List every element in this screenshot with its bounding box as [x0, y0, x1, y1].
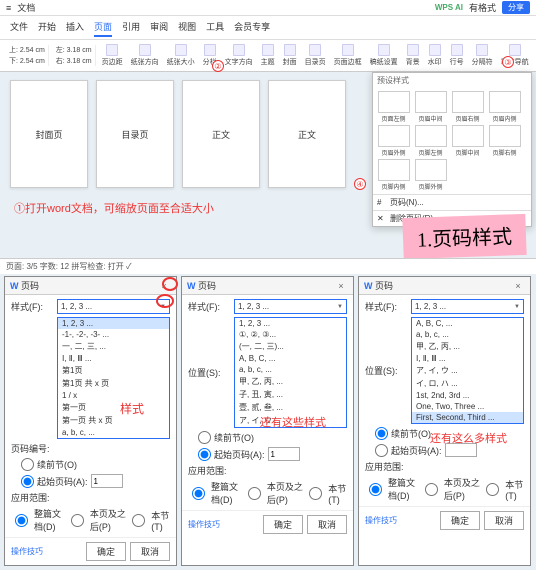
anno-circle-1	[156, 294, 174, 308]
anno-circle-x	[162, 277, 178, 291]
style-footer-right[interactable]: 页脚右侧	[487, 125, 522, 157]
rb-orientation[interactable]: 纸张方向	[129, 43, 161, 68]
marker-3: ③	[502, 56, 514, 68]
style-footer-center[interactable]: 页脚中间	[450, 125, 485, 157]
anno-label-more1: 还有这些样式	[260, 414, 326, 430]
startat-radio[interactable]	[375, 444, 388, 457]
apply-section[interactable]	[132, 514, 145, 527]
tab-member[interactable]: 会员专享	[234, 18, 270, 37]
rb-lineno[interactable]: 行号	[448, 43, 466, 68]
style-header-inside[interactable]: 页眉内侧	[487, 91, 522, 123]
tab-reference[interactable]: 引用	[122, 18, 140, 37]
margin-left[interactable]: 左: 3.18 cm	[56, 45, 92, 55]
tab-file[interactable]: 文件	[10, 18, 28, 37]
style-select[interactable]: 1, 2, 3 ...▼	[234, 299, 347, 314]
page-body1[interactable]: 正文	[182, 80, 260, 188]
lbl-style: 样式(F):	[11, 300, 53, 313]
ribbon: 上: 2.54 cm 下: 2.54 cm 左: 3.18 cm 右: 3.18…	[0, 40, 536, 72]
pagenum-icon: #	[377, 198, 387, 208]
rb-size[interactable]: 纸张大小	[165, 43, 197, 68]
app-icon: ≡	[6, 3, 11, 13]
rb-break[interactable]: 分隔符	[470, 43, 495, 68]
continue-radio[interactable]	[375, 427, 388, 440]
pagenum-style-panel: 预设样式 页面左侧 页眉中间 页眉右侧 页眉内侧 页眉外侧 页脚左侧 页脚中间 …	[372, 72, 532, 227]
startat-radio[interactable]	[21, 475, 34, 488]
style-footer-inside[interactable]: 页脚内侧	[376, 159, 411, 191]
apply-whole[interactable]	[15, 514, 28, 527]
page-cover[interactable]: 封面页	[10, 80, 88, 188]
anno-label-style: 样式	[120, 400, 144, 417]
marker-4: ④	[354, 178, 366, 190]
panel-header: 预设样式	[373, 73, 531, 88]
rb-toc[interactable]: 目录页	[303, 43, 328, 68]
ok-button[interactable]: 确定	[86, 542, 126, 561]
dlg-title: 页码	[21, 281, 39, 291]
style-select[interactable]: 1, 2, 3 ...▼	[411, 299, 524, 314]
style-header-outside[interactable]: 页眉外侧	[376, 125, 411, 157]
share-button[interactable]: 分享	[502, 1, 530, 14]
menu-pagenum-more[interactable]: #页码(N)...	[373, 194, 531, 210]
page-body2[interactable]: 正文	[268, 80, 346, 188]
style-dropdown[interactable]: 1, 2, 3 ... -1-, -2-, -3- ... 一, 二, 三, .…	[57, 317, 170, 439]
tips-link[interactable]: 操作技巧	[11, 546, 43, 557]
lbl-numbering: 页码编号:	[11, 442, 53, 455]
margin-top[interactable]: 上: 2.54 cm	[9, 45, 45, 55]
style-dropdown[interactable]: A, B, C, ... a, b, c, ... 甲, 乙, 丙, ... Ⅰ…	[411, 317, 524, 424]
doc-name: 文档	[17, 1, 35, 14]
rb-margins[interactable]: 页边距	[100, 43, 125, 68]
tab-start[interactable]: 开始	[38, 18, 56, 37]
anno-label-more2: 还有这么多样式	[430, 430, 507, 446]
pagenum-dialog-3: W 页码× 样式(F): 1, 2, 3 ...▼ 位置(S): A, B, C…	[358, 276, 531, 566]
tutorial-banner: 1.页码样式	[402, 214, 526, 259]
startat-radio[interactable]	[198, 448, 211, 461]
rb-textdir[interactable]: 文字方向	[223, 43, 255, 68]
cancel-button[interactable]: 取消	[130, 542, 170, 561]
rb-paper[interactable]: 稿纸设置	[368, 43, 400, 68]
pagenum-dialog-1: W 页码× 样式(F): 1, 2, 3 ...▼ 1, 2, 3 ... -1…	[4, 276, 177, 566]
continue-radio[interactable]	[21, 458, 34, 471]
style-footer-left[interactable]: 页脚左侧	[413, 125, 448, 157]
style-header-left[interactable]: 页面左侧	[376, 91, 411, 123]
startat-input[interactable]	[91, 474, 123, 488]
style-footer-outside[interactable]: 页脚外侧	[413, 159, 448, 191]
style-header-center[interactable]: 页眉中间	[413, 91, 448, 123]
tab-tools[interactable]: 工具	[206, 18, 224, 37]
tab-view[interactable]: 视图	[178, 18, 196, 37]
annotation-step1: ①打开word文档，可缩放页面至合适大小	[14, 200, 214, 216]
page-toc[interactable]: 目录页	[96, 80, 174, 188]
close-icon[interactable]: ×	[334, 281, 348, 291]
delete-icon: ✕	[377, 214, 387, 224]
title-bar: ≡ 文档 WPS AI 有格式 分享	[0, 0, 536, 16]
apply-after[interactable]	[71, 514, 84, 527]
rb-watermark[interactable]: 水印	[426, 43, 444, 68]
margin-right[interactable]: 右: 3.18 cm	[56, 56, 92, 66]
tab-insert[interactable]: 插入	[66, 18, 84, 37]
close-icon[interactable]: ×	[511, 281, 525, 291]
tab-review[interactable]: 审阅	[150, 18, 168, 37]
rb-theme[interactable]: 主题	[259, 43, 277, 68]
style-header-right[interactable]: 页眉右侧	[450, 91, 485, 123]
continue-radio[interactable]	[198, 431, 211, 444]
rb-border[interactable]: 页面边框	[332, 43, 364, 68]
tab-page[interactable]: 页面	[94, 18, 112, 37]
marker-2: ②	[212, 60, 224, 72]
margin-bot[interactable]: 下: 2.54 cm	[9, 56, 45, 66]
rb-cover[interactable]: 封面	[281, 43, 299, 68]
lbl-apply: 应用范围:	[11, 491, 53, 504]
style-select[interactable]: 1, 2, 3 ...▼	[57, 299, 170, 314]
rb-bg[interactable]: 背景	[404, 43, 422, 68]
tab-strip: 文件 开始 插入 页面 引用 审阅 视图 工具 会员专享	[0, 16, 536, 40]
wps-ai-button[interactable]: WPS AI	[435, 3, 463, 12]
style-dropdown[interactable]: 1, 2, 3 ... ①, ②, ③... (一, 二, 三)... A, B…	[234, 317, 347, 428]
format-indicator[interactable]: 有格式	[469, 1, 496, 14]
